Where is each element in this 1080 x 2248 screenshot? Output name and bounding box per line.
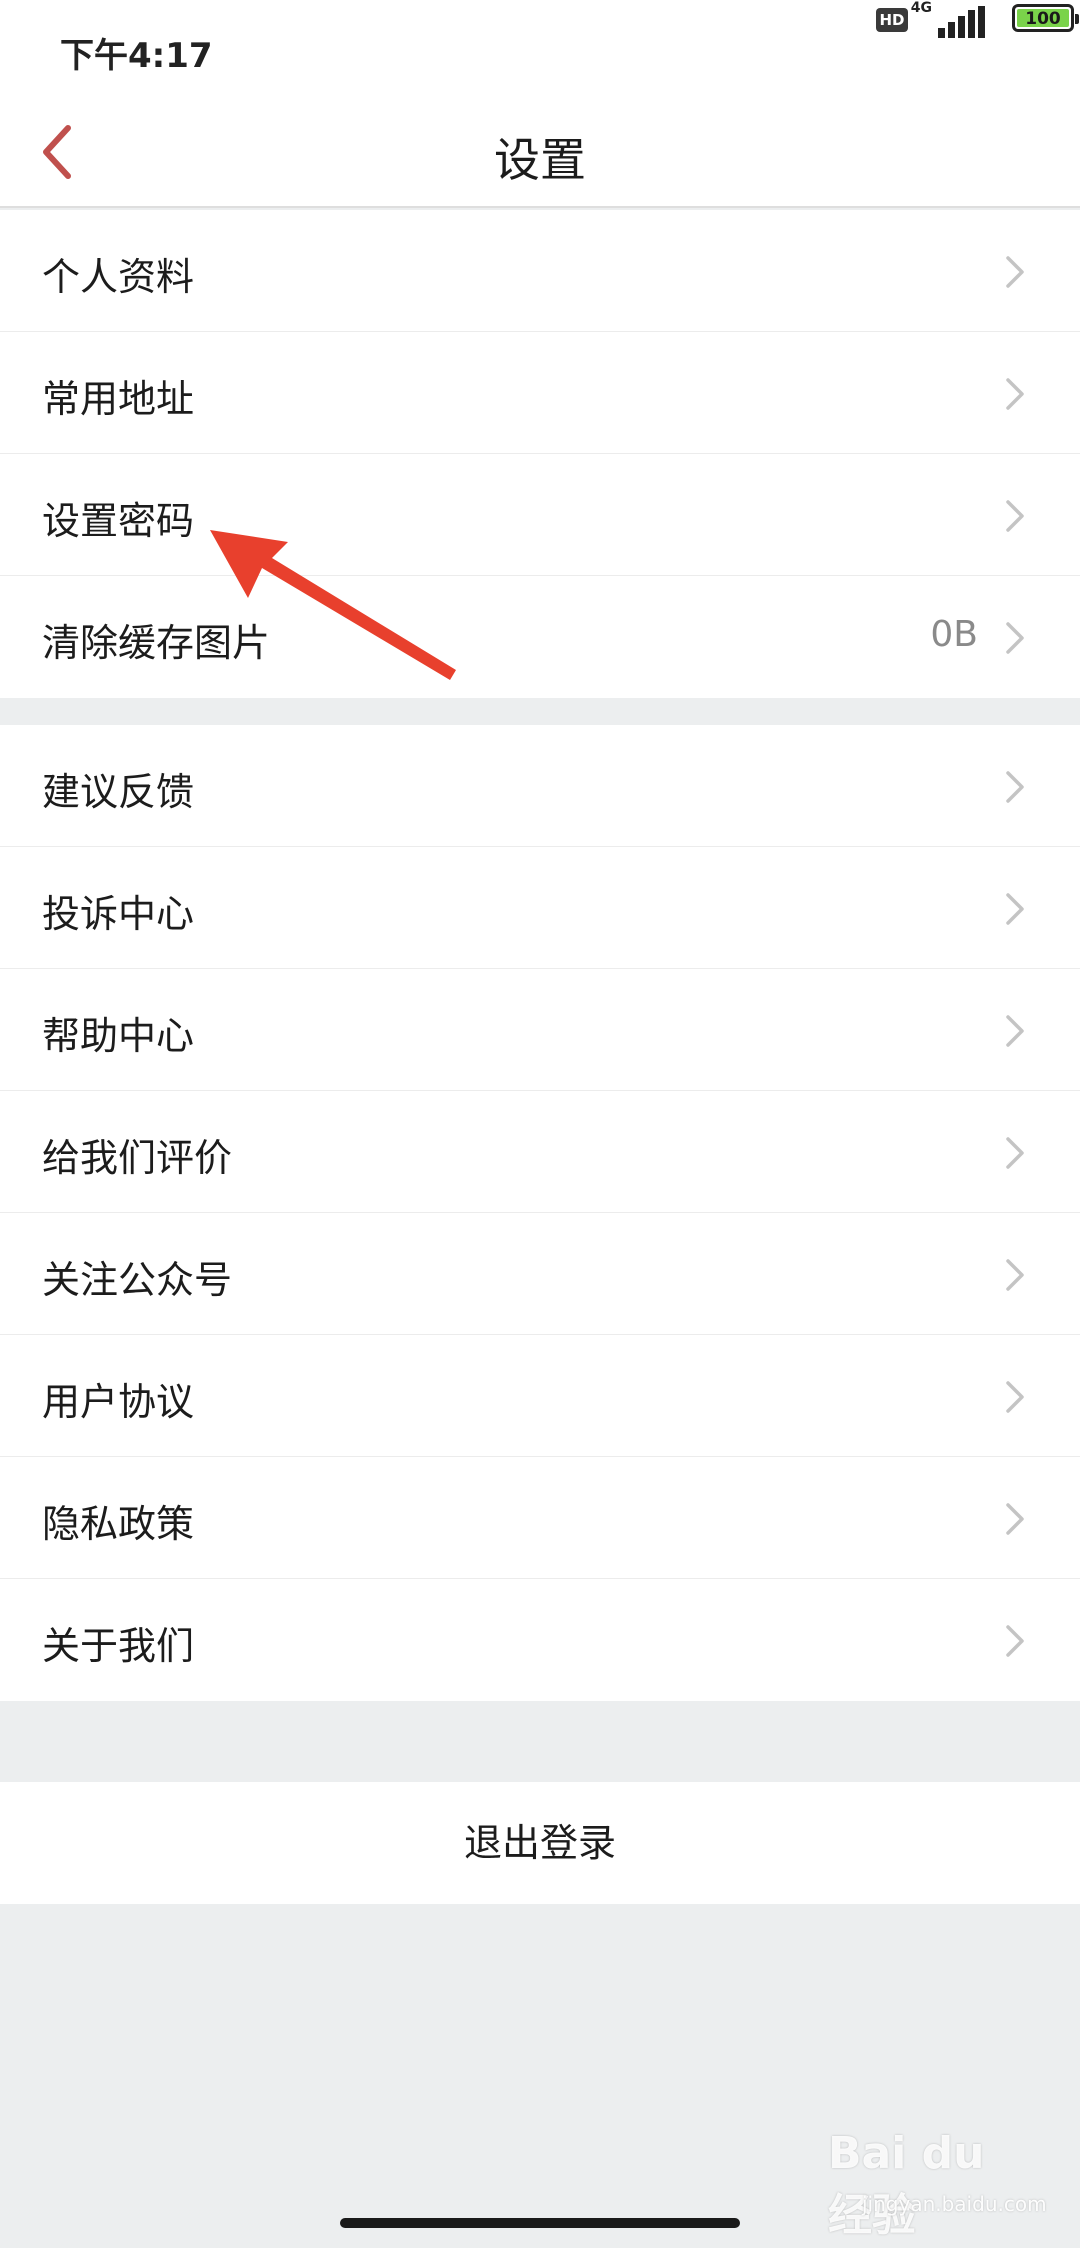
cache-size-value: 0B	[930, 614, 978, 655]
home-indicator[interactable]	[340, 2218, 740, 2228]
chevron-right-icon	[1006, 256, 1024, 288]
row-label: 隐私政策	[42, 1502, 195, 1546]
row-label: 个人资料	[42, 255, 195, 299]
watermark-logo: Bai du 经验 jingyan.baidu.com	[828, 2120, 1047, 2241]
settings-row-user-agreement[interactable]: 用户协议	[0, 1335, 1080, 1457]
signal-icon	[934, 6, 986, 38]
settings-group-account: 个人资料 常用地址 设置密码 清除缓存图片 0B	[0, 210, 1080, 698]
chevron-right-icon	[1006, 500, 1024, 532]
chevron-right-icon	[1006, 1137, 1024, 1169]
settings-row-feedback[interactable]: 建议反馈	[0, 725, 1080, 847]
status-time: 下午4:17	[60, 36, 213, 76]
logout-button[interactable]: 退出登录	[0, 1782, 1080, 1904]
chevron-right-icon	[1006, 1381, 1024, 1413]
row-label: 用户协议	[42, 1380, 195, 1424]
chevron-right-icon	[1006, 1503, 1024, 1535]
watermark-url: jingyan.baidu.com	[862, 2192, 1047, 2216]
chevron-right-icon	[1006, 1259, 1024, 1291]
settings-row-about-us[interactable]: 关于我们	[0, 1579, 1080, 1701]
settings-row-follow-account[interactable]: 关注公众号	[0, 1213, 1080, 1335]
row-label: 设置密码	[42, 499, 195, 543]
hd-badge: HD	[876, 8, 908, 32]
nav-bar: 设置	[0, 96, 1080, 208]
chevron-right-icon	[1006, 1625, 1024, 1657]
settings-row-clear-cache[interactable]: 清除缓存图片 0B	[0, 576, 1080, 698]
settings-row-set-password[interactable]: 设置密码	[0, 454, 1080, 576]
status-bar: 下午4:17 HD 4G 100	[0, 0, 1080, 96]
network-type: 4G	[910, 0, 932, 16]
row-label: 给我们评价	[42, 1136, 233, 1180]
annotation-arrow-icon	[210, 530, 456, 680]
page-title: 设置	[494, 133, 586, 187]
settings-row-help[interactable]: 帮助中心	[0, 969, 1080, 1091]
row-label: 关于我们	[42, 1624, 195, 1668]
row-label: 关注公众号	[42, 1258, 233, 1302]
chevron-right-icon	[1006, 1015, 1024, 1047]
row-label: 常用地址	[42, 377, 195, 421]
settings-row-rate-us[interactable]: 给我们评价	[0, 1091, 1080, 1213]
settings-row-privacy-policy[interactable]: 隐私政策	[0, 1457, 1080, 1579]
logout-section: 退出登录	[0, 1782, 1080, 1904]
settings-group-about: 建议反馈 投诉中心 帮助中心 给我们评价 关注公众号 用户协议 隐私政策 关于我…	[0, 725, 1080, 1701]
row-label: 建议反馈	[42, 770, 195, 814]
settings-row-address[interactable]: 常用地址	[0, 332, 1080, 454]
chevron-right-icon	[1006, 771, 1024, 803]
settings-row-profile[interactable]: 个人资料	[0, 210, 1080, 332]
row-label: 投诉中心	[42, 892, 195, 936]
settings-row-complaints[interactable]: 投诉中心	[0, 847, 1080, 969]
chevron-right-icon	[1006, 893, 1024, 925]
watermark-text: Bai du 经验	[828, 2128, 985, 2241]
battery-level: 100	[1017, 9, 1069, 29]
battery-icon: 100	[1012, 4, 1079, 32]
chevron-right-icon	[1006, 378, 1024, 410]
row-label: 帮助中心	[42, 1014, 195, 1058]
chevron-right-icon	[1006, 622, 1024, 654]
